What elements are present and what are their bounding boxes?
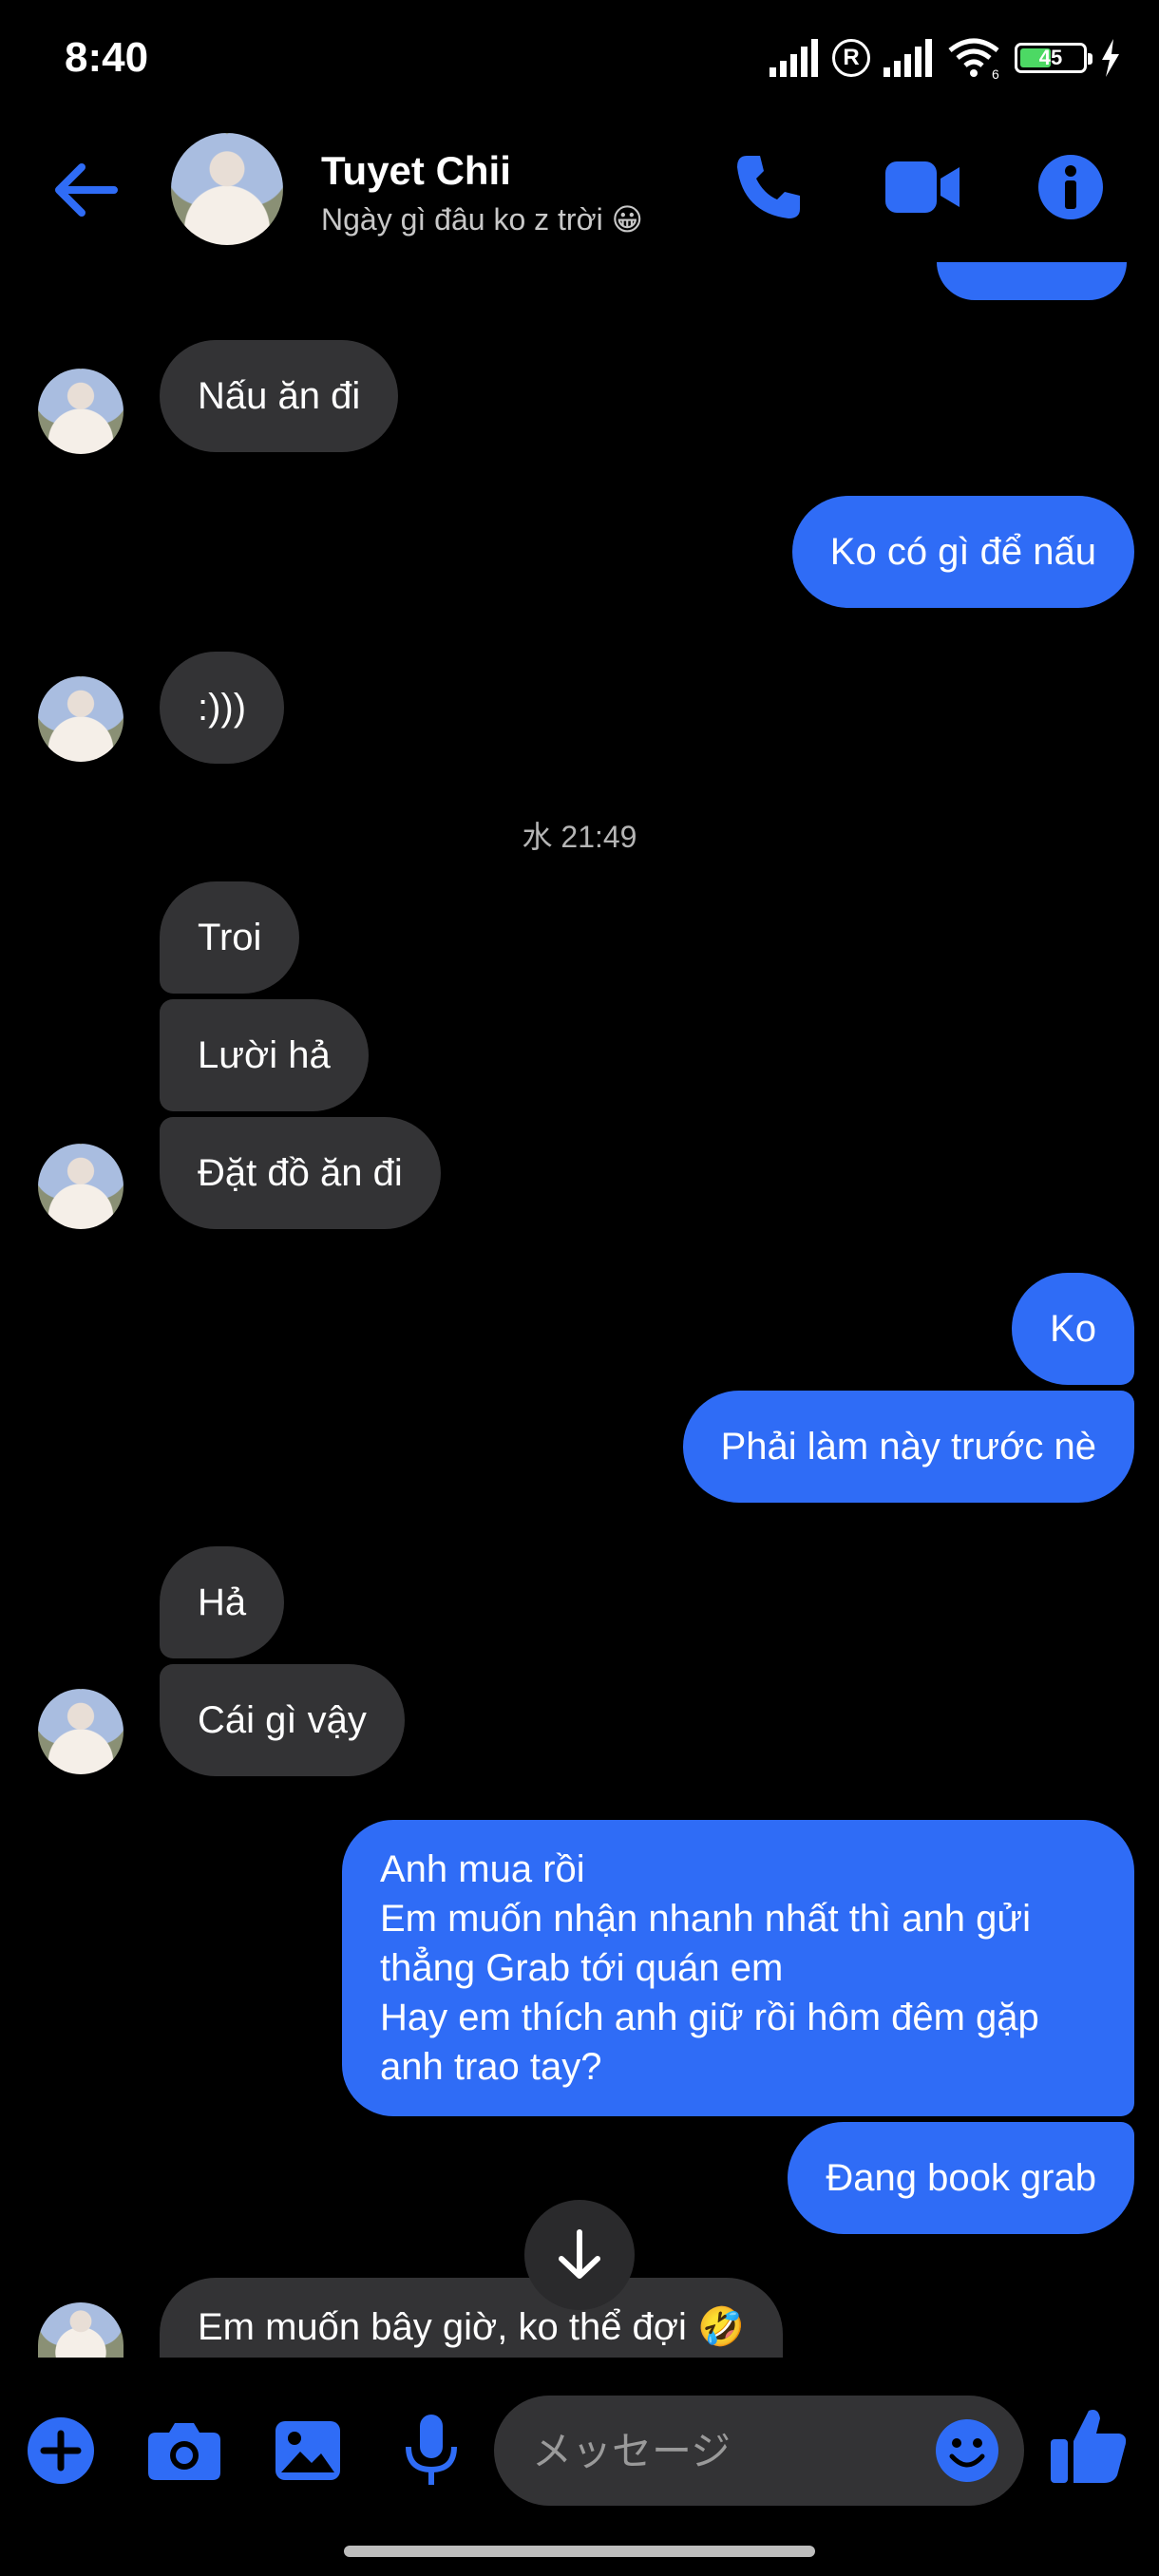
outgoing-bubble-partial (937, 262, 1127, 300)
contact-avatar[interactable] (171, 133, 283, 245)
home-indicator[interactable] (344, 2546, 815, 2557)
outgoing-message[interactable]: Ko có gì để nấu (791, 496, 1134, 608)
signal-icon (884, 39, 932, 77)
sender-avatar[interactable] (38, 369, 124, 454)
timestamp: 水 21:49 (522, 820, 637, 854)
sender-avatar[interactable] (38, 676, 124, 762)
charging-icon (1102, 39, 1119, 77)
gallery-button[interactable] (270, 2413, 346, 2489)
scroll-to-bottom-button[interactable] (524, 2200, 635, 2310)
battery-icon: 45 (1015, 43, 1092, 73)
sender-avatar[interactable] (38, 2302, 124, 2361)
status-icons: R 6 45 (770, 36, 1121, 80)
incoming-message[interactable]: Cái gì vậy (160, 1664, 405, 1776)
image-icon (276, 2421, 340, 2480)
battery-level: 45 (1038, 46, 1063, 69)
registered-icon: R (832, 39, 870, 77)
message-line: Em muốn nhận nhanh nhất thì anh gửi thẳn… (380, 1898, 1032, 1989)
wifi-icon: 6 (948, 38, 999, 79)
status-time: 8:40 (65, 34, 149, 81)
outgoing-message[interactable]: Đang book grab (788, 2122, 1134, 2234)
outgoing-message[interactable]: Anh mua rồi Em muốn nhận nhanh nhất thì … (342, 1820, 1134, 2116)
video-camera-icon[interactable] (885, 160, 961, 217)
contact-name[interactable]: Tuyet Chii (321, 148, 511, 194)
arrow-down-icon (559, 2229, 600, 2279)
microphone-icon (406, 2415, 457, 2485)
incoming-message[interactable]: Lười hả (160, 999, 369, 1111)
camera-icon (148, 2423, 220, 2480)
outgoing-message[interactable]: Ko (1012, 1273, 1134, 1385)
emoji-icon[interactable] (935, 2418, 999, 2483)
plus-icon (28, 2417, 94, 2484)
incoming-message[interactable]: Troi (160, 881, 300, 994)
message-line: Hay em thích anh giữ rồi hôm đêm gặp anh… (380, 1997, 1039, 2088)
incoming-message[interactable]: Em muốn bây giờ, ko thể đợi 🤣 (160, 2278, 783, 2361)
info-icon[interactable] (1037, 154, 1104, 220)
contact-status: Ngày gì đâu ko z trời 😀 (321, 202, 643, 237)
add-button[interactable] (23, 2413, 99, 2489)
signal-icon (770, 39, 818, 77)
camera-button[interactable] (146, 2413, 222, 2489)
back-arrow-icon[interactable] (48, 156, 124, 224)
svg-text:6: 6 (992, 66, 999, 79)
incoming-message[interactable]: Nấu ăn đi (160, 340, 399, 452)
incoming-message[interactable]: Đặt đồ ăn đi (160, 1117, 441, 1229)
sender-avatar[interactable] (38, 1144, 124, 1229)
incoming-message[interactable]: Hả (160, 1546, 285, 1658)
incoming-message[interactable]: :))) (160, 652, 285, 764)
sender-avatar[interactable] (38, 1689, 124, 1774)
message-line: Anh mua rồi (380, 1848, 585, 1890)
phone-icon[interactable] (733, 152, 804, 222)
outgoing-message[interactable]: Phải làm này trước nè (682, 1391, 1134, 1503)
voice-button[interactable] (393, 2413, 469, 2489)
thumbs-up-icon[interactable] (1047, 2403, 1130, 2487)
